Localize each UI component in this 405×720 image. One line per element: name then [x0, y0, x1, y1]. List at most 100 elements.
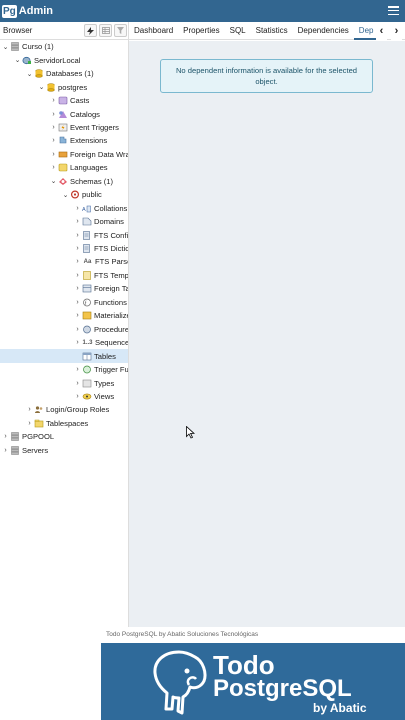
expand-chevron-icon[interactable]: ›: [73, 272, 82, 279]
expand-chevron-icon[interactable]: ›: [73, 312, 82, 319]
browser-title: Browser: [3, 26, 33, 35]
tree-item-collations[interactable]: › A Collations: [0, 201, 128, 215]
fts-templates-icon: [82, 271, 92, 280]
server-group-icon: [10, 432, 20, 442]
tree-item-tables[interactable]: Tables: [0, 349, 128, 363]
pgadmin-logo[interactable]: Pg Admin: [2, 4, 54, 18]
tab-properties[interactable]: Properties: [178, 22, 224, 40]
collapse-chevron-icon[interactable]: ⌄: [1, 43, 10, 51]
tree-item-procedures[interactable]: › Procedures: [0, 322, 128, 336]
tree-item-fts-parsers[interactable]: ›AaFTS Parsers: [0, 255, 128, 269]
tree-item-extensions[interactable]: › Extensions: [0, 134, 128, 148]
expand-chevron-icon[interactable]: ›: [73, 218, 82, 225]
filter-icon[interactable]: [114, 24, 127, 37]
schema-icon: [70, 190, 80, 199]
tree-item-foreign-data-wrapp[interactable]: › Foreign Data Wrapp: [0, 148, 128, 162]
tree-item-materialized[interactable]: › Materialized: [0, 309, 128, 323]
tree-item-functions[interactable]: › f Functions: [0, 296, 128, 310]
tree-item-label: FTS Dictiona: [94, 244, 128, 253]
expand-chevron-icon[interactable]: ›: [49, 111, 58, 118]
expand-chevron-icon[interactable]: ›: [49, 164, 58, 171]
menu-icon[interactable]: [388, 6, 399, 15]
tab-statistics[interactable]: Statistics: [251, 22, 293, 40]
expand-chevron-icon[interactable]: ›: [73, 258, 82, 265]
expand-chevron-icon[interactable]: ›: [1, 447, 10, 454]
tree-item-label: Servers: [22, 445, 49, 455]
expand-chevron-icon[interactable]: ›: [73, 326, 82, 333]
collapse-chevron-icon[interactable]: ⌄: [61, 191, 70, 199]
tree-item-catalogs[interactable]: › Catalogs: [0, 107, 128, 121]
banner-body: Todo PostgreSQL by Abatic: [101, 643, 405, 720]
expand-chevron-icon[interactable]: ›: [73, 232, 82, 239]
tree-item-label: Tablespaces: [46, 418, 89, 428]
collapse-chevron-icon[interactable]: ⌄: [13, 56, 22, 64]
databases-icon: [34, 69, 44, 78]
tab-dashboard[interactable]: Dashboard: [129, 22, 178, 40]
expand-chevron-icon[interactable]: ›: [49, 137, 58, 144]
expand-chevron-icon[interactable]: ›: [73, 366, 82, 373]
expand-chevron-icon[interactable]: ›: [73, 393, 82, 400]
tab-prev-button[interactable]: ‹: [376, 22, 387, 40]
logo-text: Admin: [18, 5, 54, 17]
expand-chevron-icon[interactable]: ›: [49, 97, 58, 104]
tree-item-label: public: [82, 190, 102, 200]
tree-item-label: Trigger Func: [94, 365, 128, 375]
expand-chevron-icon[interactable]: ›: [25, 406, 34, 413]
expand-chevron-icon[interactable]: ›: [25, 420, 34, 427]
tree-item-domains[interactable]: › Domains: [0, 215, 128, 229]
tree-item-databases-1[interactable]: ⌄ Databases (1): [0, 67, 128, 81]
expand-chevron-icon[interactable]: ›: [73, 245, 82, 252]
tree-item-event-triggers[interactable]: › Event Triggers: [0, 121, 128, 135]
expand-chevron-icon[interactable]: ›: [73, 299, 82, 306]
tree-item-label: Extensions: [70, 136, 108, 146]
tab-dep[interactable]: Dep: [353, 22, 379, 40]
query-tool-icon[interactable]: [84, 24, 97, 37]
tree-item-languages[interactable]: › Languages: [0, 161, 128, 175]
tab-next-button[interactable]: ›: [391, 22, 402, 40]
expand-chevron-icon[interactable]: ›: [1, 433, 10, 440]
collapse-chevron-icon[interactable]: ⌄: [49, 177, 58, 185]
tree-item-foreign-tabl[interactable]: › Foreign Tabl: [0, 282, 128, 296]
svg-text:A: A: [82, 207, 86, 213]
tree-item-public[interactable]: ⌄ public: [0, 188, 128, 202]
views-icon: [82, 392, 92, 401]
tree-item-fts-dictiona[interactable]: › FTS Dictiona: [0, 242, 128, 256]
tree-item-sequences[interactable]: ›1..3Sequences: [0, 336, 128, 350]
schemas-icon: [58, 177, 68, 186]
tree-item-tablespaces[interactable]: › Tablespaces: [0, 417, 128, 431]
tree-item-types[interactable]: › Types: [0, 376, 128, 390]
tree-item-label: Functions: [94, 297, 127, 307]
expand-chevron-icon[interactable]: ›: [73, 339, 82, 346]
tree-item-trigger-func[interactable]: › Trigger Func: [0, 363, 128, 377]
expand-chevron-icon[interactable]: ›: [49, 124, 58, 131]
tree-item-pgpool[interactable]: › PGPOOL: [0, 430, 128, 444]
expand-chevron-icon[interactable]: ›: [73, 285, 82, 292]
tree-item-casts[interactable]: › Casts: [0, 94, 128, 108]
tab-dependencies[interactable]: Dependencies: [293, 22, 354, 40]
tree-item-label: Views: [94, 391, 115, 401]
tree-item-postgres[interactable]: ⌄ postgres: [0, 80, 128, 94]
tree-item-views[interactable]: › Views: [0, 390, 128, 404]
tree-item-label: Event Triggers: [70, 122, 119, 132]
tree-item-servers[interactable]: › Servers: [0, 444, 128, 458]
tree-item-label: Collations: [94, 203, 128, 213]
collapse-chevron-icon[interactable]: ⌄: [25, 70, 34, 78]
tree-item-login-group-roles[interactable]: › Login/Group Roles: [0, 403, 128, 417]
expand-chevron-icon[interactable]: ›: [49, 151, 58, 158]
tree-item-fts-templat[interactable]: › FTS Templat: [0, 269, 128, 283]
tab-bar: Dashboard Properties SQL Statistics Dependen…: [129, 22, 405, 40]
tree-item-servidorlocal[interactable]: ⌄ ServidorLocal: [0, 53, 128, 67]
tree-item-label: Schemas (1): [70, 176, 114, 186]
tree-item-fts-configu[interactable]: › FTS Configu: [0, 228, 128, 242]
tree-item-label: Types: [94, 378, 115, 388]
tree-item-curso-1[interactable]: ⌄ Curso (1): [0, 40, 128, 54]
materialized-views-icon: [82, 311, 92, 320]
collapse-chevron-icon[interactable]: ⌄: [37, 83, 46, 91]
view-data-icon[interactable]: [99, 24, 112, 37]
expand-chevron-icon[interactable]: ›: [73, 205, 82, 212]
tab-sql[interactable]: SQL: [225, 22, 251, 40]
brand-line2: PostgreSQL: [213, 675, 352, 702]
expand-chevron-icon[interactable]: ›: [73, 380, 82, 387]
tablespaces-icon: [34, 419, 44, 428]
tree-item-schemas-1[interactable]: ⌄ Schemas (1): [0, 175, 128, 189]
